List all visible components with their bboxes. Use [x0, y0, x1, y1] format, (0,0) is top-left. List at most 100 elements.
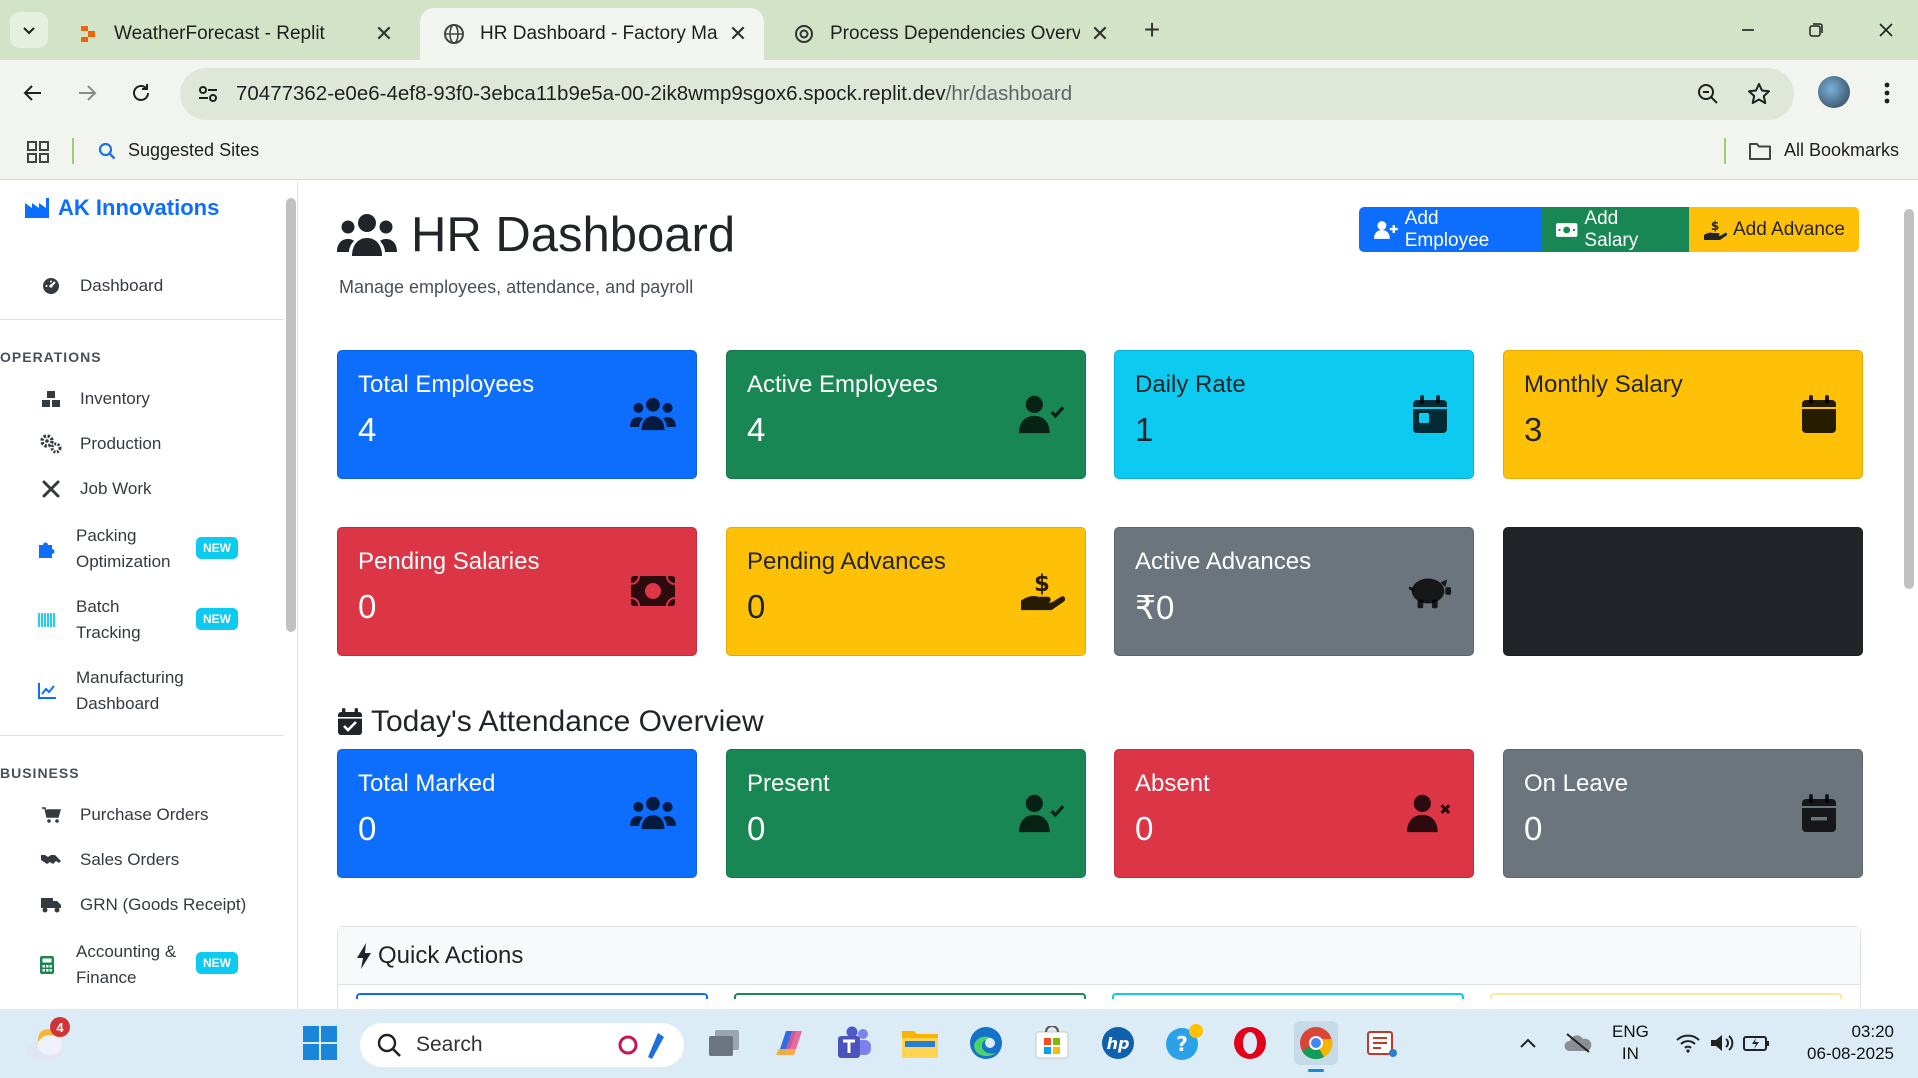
bolt-icon: [357, 942, 371, 969]
add-employee-button[interactable]: Add Employee: [1359, 207, 1541, 252]
stat-card-value: 0: [358, 588, 377, 625]
zoom-icon[interactable]: [1696, 82, 1720, 106]
stat-card-value: 0: [1135, 810, 1154, 847]
sidebar-scrollbar[interactable]: [286, 198, 296, 632]
button-label: Add Salary: [1584, 207, 1639, 251]
new-tab-button[interactable]: +: [1136, 14, 1168, 46]
hp-logo-icon: hp: [1102, 1027, 1134, 1059]
page-title-text: HR Dashboard: [411, 208, 736, 262]
user-xmark-icon: [1407, 790, 1453, 836]
brand-name: AK Innovations: [58, 195, 220, 220]
money-bill-icon: [1555, 222, 1578, 237]
weather-widget[interactable]: 4: [24, 1017, 70, 1065]
site-info-icon[interactable]: [196, 82, 220, 106]
browser-menu-button[interactable]: [1870, 76, 1904, 110]
piggy-bank-icon: [1407, 568, 1453, 614]
store-icon: [1035, 1026, 1069, 1059]
quick-action-tile[interactable]: [734, 993, 1086, 999]
copilot-app[interactable]: [768, 1021, 812, 1065]
reload-button[interactable]: [124, 76, 158, 110]
page-title: HR Dashboard: [337, 207, 735, 263]
handshake-icon: [40, 849, 62, 871]
quick-action-tile[interactable]: [356, 993, 708, 999]
svg-text:?: ?: [1176, 1032, 1188, 1056]
scrollbar-thumb[interactable]: [1904, 209, 1914, 589]
sidebar-item-job-work[interactable]: Job Work: [40, 476, 152, 502]
calendar-icon: [1796, 391, 1842, 437]
restore-button[interactable]: [1796, 12, 1836, 48]
help-icon: ?: [1166, 1024, 1203, 1060]
stat-card-title: Pending Salaries: [358, 548, 540, 575]
new-badge: NEW: [196, 952, 238, 974]
edge-app[interactable]: [964, 1021, 1008, 1065]
bookmark-star-icon[interactable]: [1746, 81, 1772, 107]
clock[interactable]: 03:20 06-08-2025: [1798, 1021, 1894, 1065]
sidebar-item-batch-tracking[interactable]: Batch Tracking: [36, 594, 141, 646]
add-advance-button[interactable]: $ Add Advance: [1689, 207, 1859, 252]
close-window-button[interactable]: [1866, 12, 1906, 48]
all-bookmarks-button[interactable]: All Bookmarks: [1748, 140, 1899, 161]
snipping-tool-app[interactable]: [1360, 1021, 1404, 1065]
chrome-app[interactable]: [1294, 1021, 1338, 1072]
hp-app[interactable]: hp: [1096, 1021, 1140, 1065]
brand-link[interactable]: AK Innovations: [24, 195, 219, 221]
language-indicator[interactable]: ENG IN: [1612, 1021, 1649, 1065]
store-app[interactable]: [1030, 1021, 1074, 1065]
close-tab-icon[interactable]: ✕: [724, 20, 752, 48]
sidebar-item-sales-orders[interactable]: Sales Orders: [40, 847, 179, 873]
close-icon: [1879, 23, 1893, 37]
file-explorer-app[interactable]: [898, 1021, 942, 1065]
minimize-button[interactable]: [1728, 12, 1768, 48]
sidebar-item-label: GRN (Goods Receipt): [80, 895, 247, 914]
sidebar-item-manufacturing-dashboard[interactable]: Manufacturing Dashboard: [36, 665, 184, 717]
sidebar-item-packing-optimization[interactable]: Packing Optimization: [36, 523, 170, 575]
stat-card-title: Pending Advances: [747, 548, 946, 575]
stat-card-title: Daily Rate: [1135, 371, 1246, 398]
show-hidden-icons-button[interactable]: [1506, 1021, 1550, 1065]
main-scrollbar[interactable]: [1900, 181, 1918, 1009]
system-tray-network-sound-battery[interactable]: [1668, 1021, 1778, 1065]
bookmark-suggested-sites[interactable]: Suggested Sites: [98, 140, 259, 161]
tab-weatherforecast[interactable]: WeatherForecast - Replit ✕: [54, 8, 410, 60]
teams-app[interactable]: [832, 1021, 876, 1065]
stat-card-title: Active Advances: [1135, 548, 1312, 575]
sidebar-item-dashboard[interactable]: Dashboard: [40, 273, 163, 299]
opera-app[interactable]: [1228, 1021, 1272, 1065]
help-app[interactable]: ?: [1162, 1021, 1206, 1065]
tab-hr-dashboard[interactable]: HR Dashboard - Factory Manag ✕: [420, 8, 764, 60]
sidebar-item-inventory[interactable]: Inventory: [40, 386, 150, 412]
back-button[interactable]: [16, 76, 50, 110]
battery-charging-icon: [1743, 1036, 1769, 1051]
stat-card-value: 1: [1135, 411, 1154, 448]
profile-avatar[interactable]: [1818, 76, 1850, 108]
stat-card-monthly-salary: Monthly Salary 3: [1503, 350, 1863, 479]
tab-process-dependencies[interactable]: Process Dependencies Overview ✕: [770, 8, 1126, 60]
users-icon: [630, 790, 676, 836]
sidebar-item-accounting-finance[interactable]: Accounting & Finance: [36, 939, 176, 991]
address-bar[interactable]: 70477362-e0e6-4ef8-93f0-3ebca11b9e5a-00-…: [180, 68, 1794, 120]
task-view-button[interactable]: [702, 1021, 746, 1065]
hand-holding-dollar-icon: $: [1019, 568, 1065, 614]
quick-action-tile[interactable]: [1490, 993, 1842, 999]
add-salary-button[interactable]: Add Salary: [1541, 207, 1689, 252]
close-tab-icon[interactable]: ✕: [1086, 20, 1114, 48]
page-subtitle: Manage employees, attendance, and payrol…: [339, 277, 694, 297]
quick-actions-title: Quick Actions: [378, 941, 524, 969]
start-button[interactable]: [298, 1021, 342, 1065]
sidebar-item-purchase-orders[interactable]: Purchase Orders: [40, 802, 209, 828]
apps-grid-icon[interactable]: [26, 140, 50, 164]
sidebar-item-production[interactable]: Production: [40, 431, 161, 457]
sidebar-item-grn[interactable]: GRN (Goods Receipt): [40, 892, 246, 918]
forward-button[interactable]: [70, 76, 104, 110]
windows-taskbar: 4 Search hp ? ENG IN 03:20 06-08-2025: [0, 1009, 1918, 1078]
calendar-minus-icon: [1796, 790, 1842, 836]
cart-icon: [40, 804, 62, 826]
close-tab-icon[interactable]: ✕: [370, 20, 398, 48]
taskbar-search[interactable]: Search: [360, 1023, 684, 1067]
clock-time: 03:20: [1851, 1022, 1894, 1041]
url-path: /hr/dashboard: [945, 82, 1073, 105]
tab-search-button[interactable]: [10, 12, 48, 48]
onedrive-status[interactable]: [1556, 1021, 1600, 1065]
sidebar-item-label: Dashboard: [80, 276, 164, 295]
quick-action-tile[interactable]: [1112, 993, 1464, 999]
